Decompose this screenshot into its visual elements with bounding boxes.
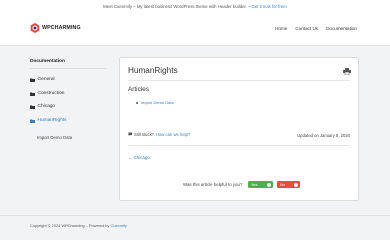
- meta-divider: [128, 145, 350, 146]
- feedback-no-button[interactable]: No: [277, 181, 300, 188]
- updated-date: Updated on January 8, 2020: [297, 133, 350, 138]
- nav-home[interactable]: Home: [275, 26, 287, 31]
- page-title: HumanRights: [128, 66, 178, 75]
- help-link[interactable]: How can we help?: [156, 132, 190, 137]
- site-header: WPCHARMING Home Contact Us Documentation: [0, 12, 390, 46]
- folder-open-icon: [30, 119, 35, 123]
- announcement-link[interactable]: Get it now for free!: [251, 4, 286, 9]
- footer-text: Copyright © 2024 WPCharming – Powered by: [30, 223, 110, 228]
- nav-contact-us[interactable]: Contact Us: [295, 26, 318, 31]
- yes-label: Yes: [251, 182, 258, 187]
- site-footer: Copyright © 2024 WPCharming – Powered by…: [30, 223, 127, 228]
- articles-heading: Articles: [128, 86, 149, 93]
- article-list-item[interactable]: Import Demo Data: [136, 100, 174, 105]
- prev-article-link[interactable]: ← Chicago: [128, 155, 150, 160]
- footer-divider: [0, 215, 390, 216]
- logo-text: WPCHARMING: [42, 25, 81, 31]
- logo-icon: [30, 23, 40, 33]
- thumbs-down-icon: [294, 182, 298, 187]
- article-link-label: Import Demo Data: [141, 100, 174, 105]
- title-divider: [128, 80, 350, 81]
- sidebar-heading: Documentation: [30, 59, 65, 64]
- folder-icon: [30, 78, 35, 82]
- sidebar-item-construction[interactable]: Construction: [30, 91, 64, 96]
- folder-icon: [30, 105, 35, 109]
- main-nav: Home Contact Us Documentation: [267, 26, 357, 31]
- sidebar-item-humanrights[interactable]: HumanRights: [30, 118, 67, 123]
- site-logo[interactable]: WPCHARMING: [30, 23, 81, 33]
- sidebar-item-label: General: [37, 77, 55, 82]
- footer-link[interactable]: Cuenmify: [111, 223, 127, 228]
- feedback-question: Was this article helpful to you?: [183, 182, 243, 187]
- sidebar-divider: [30, 68, 106, 69]
- comment-icon: [128, 132, 133, 137]
- thumbs-up-icon: [267, 182, 271, 187]
- feedback-yes-button[interactable]: Yes: [248, 181, 273, 188]
- article-card: HumanRights Articles Import Demo Data St…: [119, 57, 359, 201]
- still-stuck-text: Still stuck?: [134, 132, 155, 137]
- folder-icon: [30, 92, 35, 96]
- print-icon[interactable]: [343, 68, 351, 75]
- sidebar-item-chicago[interactable]: Chicago: [30, 104, 55, 109]
- sidebar-item-label: HumanRights: [37, 118, 67, 123]
- no-label: No: [280, 182, 286, 187]
- sidebar-item-general[interactable]: General: [30, 77, 55, 82]
- announcement-text: Meet Cuenmify – My latest business WordP…: [103, 3, 251, 9]
- bullet-icon: [136, 101, 138, 104]
- sidebar-item-label: Chicago: [37, 104, 56, 109]
- nav-documentation[interactable]: Documentation: [326, 26, 357, 31]
- sidebar-subitem-import-demo-data[interactable]: Import Demo Data: [37, 135, 72, 140]
- still-stuck: Still stuck? How can we help?: [128, 132, 190, 137]
- sidebar-item-label: Construction: [37, 91, 65, 96]
